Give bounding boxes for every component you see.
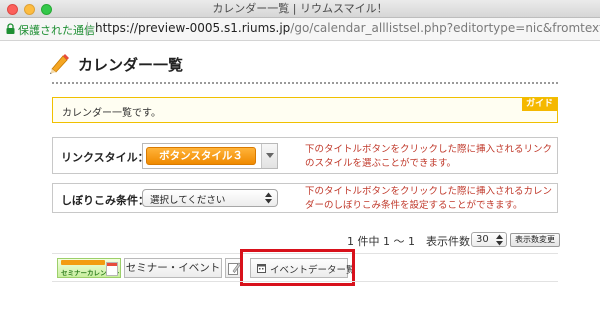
address-bar[interactable]: 保護された通信 https://preview-0005.s1.riums.jp…	[0, 18, 600, 41]
banner-ribbon	[61, 260, 105, 265]
filter-selected: 選択してください	[150, 195, 226, 206]
updown-arrows-icon	[496, 234, 503, 246]
link-style-row: リンクスタイル： ボタンスタイル３ 下のタイトルボタンをクリックした際に挿入され…	[52, 137, 558, 174]
link-style-selected: ボタンスタイル３	[146, 147, 256, 165]
link-style-help: 下のタイトルボタンをクリックした際に挿入されるリンクのスタイルを選ぶことができま…	[305, 144, 553, 169]
updown-arrows-icon	[265, 192, 272, 204]
link-style-select[interactable]: ボタンスタイル３	[142, 143, 278, 169]
link-style-dropdown-arrow[interactable]	[261, 144, 277, 168]
title-divider	[52, 82, 558, 84]
per-page-value: 30	[476, 234, 489, 245]
filter-help: 下のタイトルボタンをクリックした際に挿入されるカレンダーのしぼりこみ条件を設定す…	[305, 186, 553, 211]
close-window-button[interactable]	[7, 4, 18, 15]
change-per-page-button[interactable]: 表示数変更	[510, 233, 560, 247]
filter-select[interactable]: 選択してください	[142, 189, 278, 207]
minimize-window-button[interactable]	[24, 4, 35, 15]
secure-connection-label: 保護された通信	[18, 24, 95, 37]
link-style-label: リンクスタイル：	[61, 151, 149, 164]
lock-icon	[6, 23, 15, 34]
chevron-down-icon	[266, 153, 274, 158]
filter-row: しぼりこみ条件： 選択してください 下のタイトルボタンをクリックした際に挿入され…	[52, 183, 558, 213]
page-header: カレンダー一覧	[48, 52, 568, 76]
toolbar-bottom-divider	[52, 281, 558, 282]
guide-badge[interactable]: ガイド	[521, 98, 557, 111]
url-text[interactable]: https://preview-0005.s1.riums.jp/go/cale…	[95, 21, 600, 35]
window-titlebar: カレンダー一覧 | リウムスマイル！	[0, 0, 600, 18]
url-host: https://preview-0005.s1.riums.jp	[95, 21, 291, 35]
calendar-icon	[106, 262, 118, 276]
zoom-window-button[interactable]	[41, 4, 52, 15]
filter-label: しぼりこみ条件：	[61, 194, 149, 207]
guide-text: カレンダー一覧です。	[62, 108, 161, 119]
page-title: カレンダー一覧	[78, 56, 184, 74]
pager-summary: 1 件中 1 ～ 1 表示件数：	[347, 235, 481, 248]
guide-box: カレンダー一覧です。 ガイド	[52, 97, 558, 123]
pencil-icon	[50, 54, 69, 74]
address-divider	[87, 22, 88, 36]
per-page-select[interactable]: 30	[471, 232, 507, 247]
seminar-calendar-banner[interactable]: セミナーカレンダー	[57, 258, 121, 278]
window-title: カレンダー一覧 | リウムスマイル！	[212, 2, 388, 15]
seminar-event-button[interactable]: セミナー・イベント	[124, 258, 222, 278]
url-path: /go/calendar_alllistsel.php?editortype=n…	[290, 21, 600, 35]
